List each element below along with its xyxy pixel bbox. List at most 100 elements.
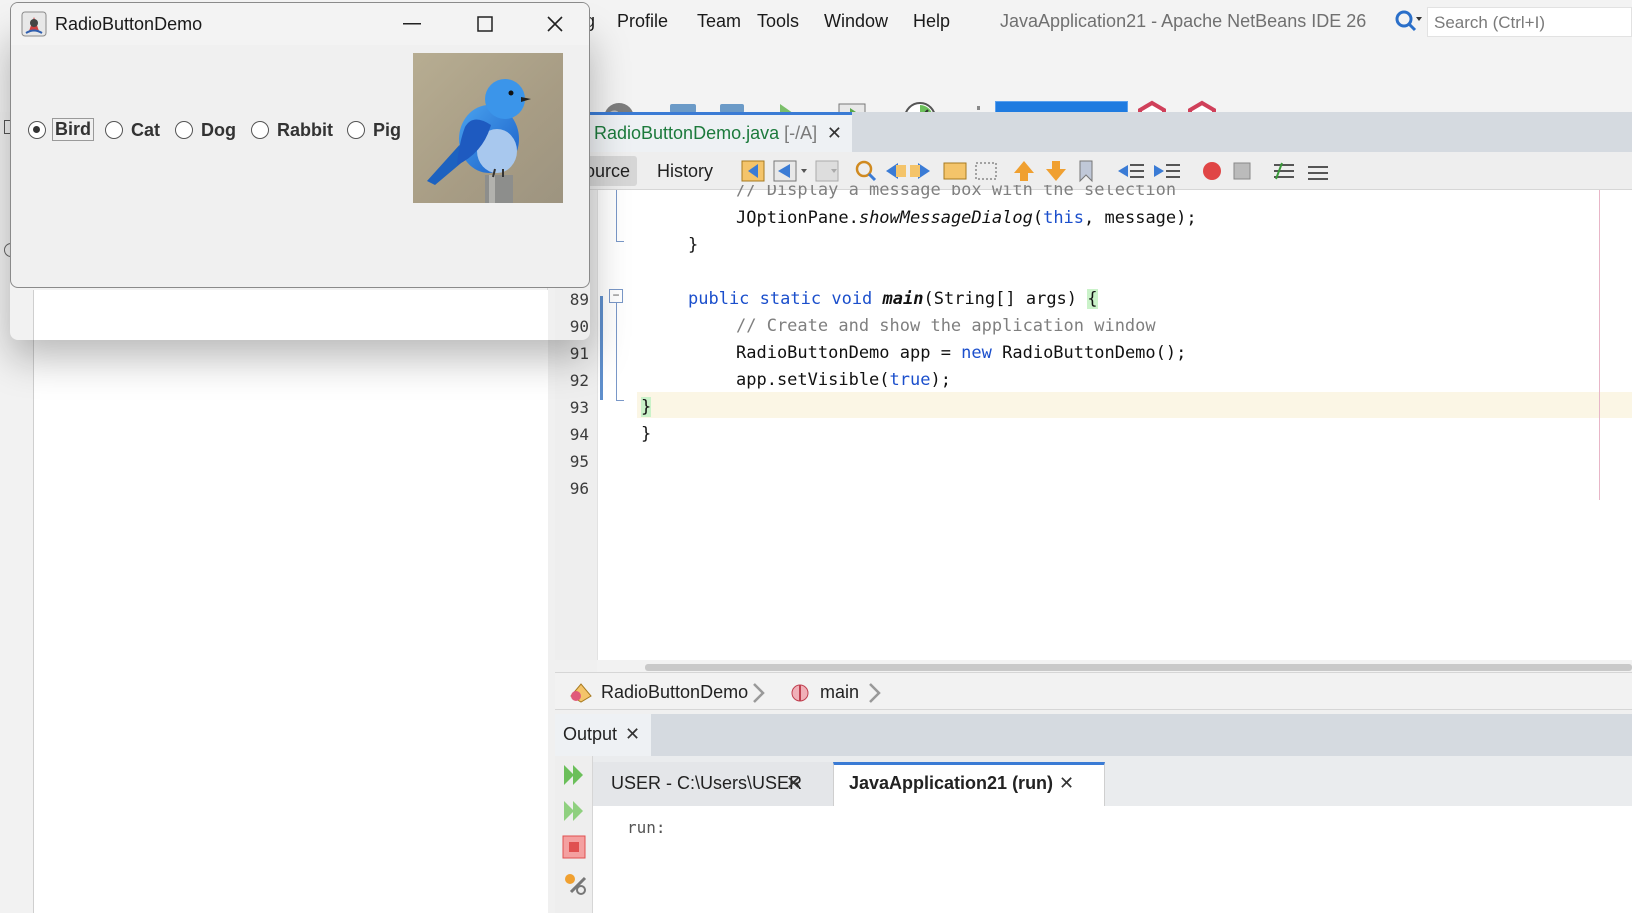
code-line: app.setVisible(true); [736, 370, 951, 390]
menu-window[interactable]: Window [824, 11, 888, 32]
close-icon [547, 16, 563, 32]
output-console[interactable]: run: [593, 806, 1632, 913]
code-line: } [641, 397, 652, 417]
subtab-label: JavaApplication21 (run) [849, 773, 1054, 793]
search-placeholder: Search (Ctrl+I) [1434, 13, 1545, 32]
menu-team[interactable]: Team [697, 11, 741, 32]
radio-circle [175, 121, 193, 139]
fold-line [616, 303, 617, 401]
radio-pig[interactable]: Pig [347, 117, 407, 145]
tab-javaapplication21-run[interactable]: JavaApplication21 (run) ✕ [833, 762, 1105, 806]
class-icon [570, 683, 592, 703]
radio-cat[interactable]: Cat [105, 117, 167, 145]
fold-line-end [616, 400, 624, 401]
editor-toolbar-icons [741, 160, 1328, 183]
window-title: JavaApplication21 - Apache NetBeans IDE … [1000, 11, 1367, 31]
output-title: Output [563, 724, 618, 744]
breadcrumb-method[interactable]: main [820, 682, 859, 703]
title-bar[interactable]: RadioButtonDemo [11, 3, 589, 45]
menu-help[interactable]: Help [913, 11, 950, 32]
tab-output[interactable]: Output ✕ [555, 714, 651, 756]
shift-right-icon[interactable] [1154, 164, 1180, 178]
chevron-right-icon [753, 683, 765, 703]
subtab-label: USER - C:\Users\USER [611, 773, 803, 793]
close-button[interactable] [519, 3, 589, 45]
code-line: public static void main(String[] args) { [688, 289, 1098, 309]
change-bar [600, 296, 603, 400]
tab-file-path: [-/A] [784, 123, 818, 143]
radio-circle [347, 121, 365, 139]
stop-macro-icon[interactable] [1233, 162, 1251, 180]
maximize-button[interactable] [449, 3, 519, 45]
search-icon[interactable] [1393, 8, 1423, 36]
shift-left-icon[interactable] [1118, 164, 1144, 178]
radio-bird[interactable]: Bird [28, 117, 98, 145]
line-number: 91 [569, 344, 589, 363]
prev-bookmark-icon[interactable] [1014, 161, 1034, 181]
radio-circle [251, 121, 269, 139]
breadcrumb: RadioButtonDemo main [555, 672, 1632, 710]
tab-history[interactable]: History [657, 161, 713, 182]
rerun-with-params-icon[interactable] [561, 798, 587, 824]
close-tab-icon[interactable]: ✕ [1059, 773, 1074, 794]
radio-label: Pig [373, 120, 402, 140]
code-line: } [688, 235, 699, 255]
radio-label: Dog [201, 120, 236, 140]
forward-icon[interactable] [815, 160, 839, 182]
stop-icon[interactable] [561, 834, 587, 860]
toggle-bookmark-icon[interactable] [1079, 160, 1093, 183]
close-tab-icon[interactable]: ✕ [786, 773, 801, 794]
menu-tools[interactable]: Tools [757, 11, 799, 32]
output-text: run: [627, 818, 666, 837]
search-input[interactable]: Search (Ctrl+I) [1427, 7, 1632, 37]
tab-file-name: RadioButtonDemo.java [594, 123, 780, 143]
output-header [555, 714, 1632, 756]
fold-column [597, 190, 637, 660]
projects-tree[interactable] [33, 290, 548, 913]
radio-dog[interactable]: Dog [175, 117, 243, 145]
comment-icon[interactable] [1274, 162, 1294, 180]
uncomment-icon[interactable] [1308, 166, 1328, 180]
radio-circle [28, 121, 46, 139]
radio-label: Cat [131, 120, 161, 140]
line-number: 96 [569, 479, 589, 498]
current-line-highlight [637, 392, 1632, 418]
window-title: RadioButtonDemo [55, 14, 203, 34]
toggle-highlight-icon[interactable] [943, 162, 967, 180]
code-line: RadioButtonDemo app = new RadioButtonDem… [736, 343, 1187, 363]
breadcrumb-class[interactable]: RadioButtonDemo [601, 682, 748, 703]
radio-circle [105, 121, 123, 139]
tab-user-terminal[interactable]: USER - C:\Users\USER ✕ [593, 762, 833, 806]
find-icon[interactable] [855, 160, 877, 182]
minimize-button[interactable] [379, 3, 449, 45]
chevron-right-icon [869, 683, 881, 703]
radio-selected-dot [33, 126, 40, 133]
radio-label: Bird [52, 118, 94, 141]
code-editor[interactable] [637, 190, 1632, 660]
rerun-icon[interactable] [561, 762, 587, 788]
fold-toggle-icon[interactable]: − [609, 289, 623, 303]
back-icon[interactable] [773, 160, 807, 182]
menu-profile[interactable]: Profile [617, 11, 668, 32]
settings-icon[interactable] [561, 870, 589, 898]
find-previous-icon[interactable] [886, 163, 906, 179]
bluebird-image [413, 53, 563, 203]
radiobuttondemo-window: RadioButtonDemo Bird Cat Dog Rabbit Pig [10, 2, 590, 288]
output-side-toolbar [555, 756, 593, 913]
method-icon [791, 684, 809, 702]
last-edit-icon[interactable] [741, 160, 765, 182]
next-bookmark-icon[interactable] [1046, 161, 1066, 181]
toggle-rect-select-icon[interactable] [975, 162, 997, 180]
start-macro-icon[interactable] [1203, 162, 1221, 180]
scrollbar-thumb[interactable] [645, 664, 1632, 671]
close-tab-icon[interactable]: ✕ [827, 123, 842, 144]
radio-rabbit[interactable]: Rabbit [251, 117, 337, 145]
close-output-icon[interactable]: ✕ [625, 724, 640, 745]
find-next-icon[interactable] [910, 163, 930, 179]
line-number: 93 [569, 398, 589, 417]
code-line: JOptionPane.showMessageDialog(this, mess… [736, 208, 1197, 228]
line-number: 95 [569, 452, 589, 471]
code-line: } [641, 424, 652, 444]
tab-radiobuttondemo-java[interactable]: RadioButtonDemo.java [-/A] ✕ [590, 112, 852, 152]
fold-line [616, 190, 617, 242]
